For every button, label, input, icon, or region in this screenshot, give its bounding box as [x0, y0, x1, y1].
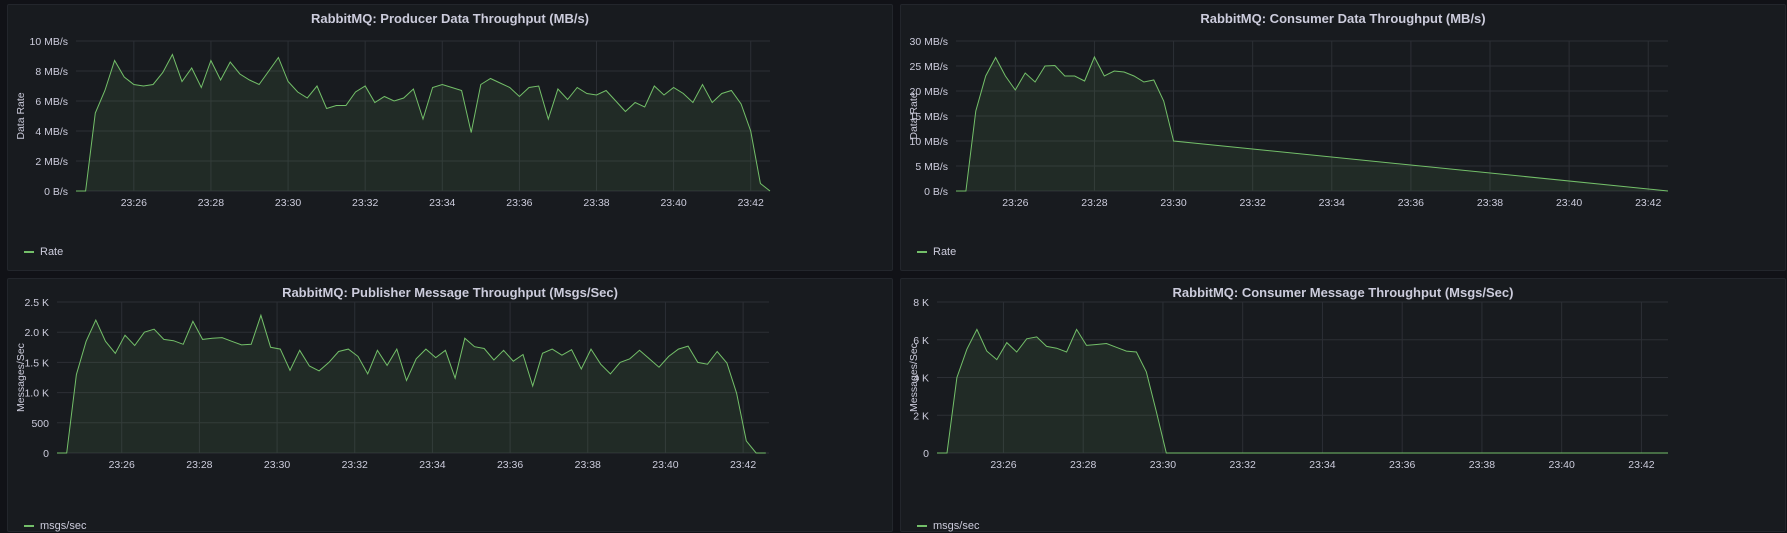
y-tick-label: 0 — [923, 448, 929, 460]
legend-swatch — [24, 525, 34, 527]
x-tick-label: 23:30 — [1160, 197, 1186, 209]
y-axis-label: Data Rate — [908, 92, 920, 139]
y-tick-label: 0 — [43, 448, 49, 460]
x-tick-label: 23:36 — [1398, 197, 1424, 209]
x-tick-label: 23:36 — [1389, 459, 1415, 471]
chart-consumer-message-throughput: 02 K4 K6 K8 K23:26 23:28 23:30 23:32 23:34 23… — [908, 297, 1668, 471]
y-tick-label: 1.0 K — [24, 388, 49, 400]
y-axis-label: Messages/Sec — [15, 343, 27, 412]
y-tick-label: 0 B/s — [44, 186, 68, 198]
x-tick-label: 23:40 — [652, 459, 678, 471]
y-tick-label: 6 MB/s — [35, 96, 68, 108]
x-tick-label: 23:42 — [730, 459, 756, 471]
series-area — [57, 315, 766, 453]
x-tick-label: 23:26 — [121, 197, 147, 209]
legend[interactable]: Rate — [24, 246, 63, 258]
x-tick-label: 23:30 — [264, 459, 290, 471]
x-tick-label: 23:38 — [1469, 459, 1495, 471]
y-tick-label: 2.0 K — [24, 327, 49, 339]
x-tick-label: 23:40 — [1556, 197, 1582, 209]
x-tick-label: 23:38 — [583, 197, 609, 209]
x-tick-label: 23:42 — [1628, 459, 1654, 471]
x-tick-label: 23:34 — [419, 459, 445, 471]
y-axis-label: Messages/Sec — [908, 343, 920, 412]
x-tick-label: 23:34 — [1309, 459, 1335, 471]
y-tick-label: 1.5 K — [24, 357, 49, 369]
y-tick-label: 30 MB/s — [909, 36, 948, 48]
legend[interactable]: Rate — [917, 246, 956, 258]
x-tick-label: 23:38 — [1477, 197, 1503, 209]
x-tick-label: 23:36 — [497, 459, 523, 471]
x-tick-label: 23:32 — [342, 459, 368, 471]
legend-label: msgs/sec — [933, 520, 980, 532]
x-tick-label: 23:28 — [1081, 197, 1107, 209]
panel-producer-data-throughput[interactable]: RabbitMQ: Producer Data Throughput (MB/s… — [7, 4, 893, 271]
x-tick-label: 23:42 — [738, 197, 764, 209]
x-tick-label: 23:26 — [990, 459, 1016, 471]
legend-swatch — [917, 251, 927, 253]
x-tick-label: 23:34 — [429, 197, 455, 209]
x-tick-label: 23:26 — [1002, 197, 1028, 209]
x-tick-label: 23:40 — [1549, 459, 1575, 471]
legend-label: msgs/sec — [40, 520, 87, 532]
legend[interactable]: msgs/sec — [917, 520, 979, 532]
x-tick-label: 23:36 — [506, 197, 532, 209]
x-tick-label: 23:28 — [198, 197, 224, 209]
x-tick-label: 23:32 — [1230, 459, 1256, 471]
y-tick-label: 8 K — [913, 297, 929, 309]
y-tick-label: 4 MB/s — [35, 126, 68, 138]
y-tick-label: 500 — [31, 418, 49, 430]
x-tick-label: 23:32 — [1240, 197, 1266, 209]
y-tick-label: 25 MB/s — [909, 61, 948, 73]
legend-label: Rate — [40, 246, 64, 258]
y-tick-label: 2.5 K — [24, 297, 49, 309]
y-tick-label: 0 B/s — [924, 186, 948, 198]
legend[interactable]: msgs/sec — [24, 520, 86, 532]
series-area — [956, 57, 1668, 191]
panel-consumer-message-throughput[interactable]: RabbitMQ: Consumer Message Throughput (M… — [900, 278, 1786, 532]
x-tick-label: 23:30 — [275, 197, 301, 209]
series-area — [937, 329, 1668, 453]
y-tick-label: 2 MB/s — [35, 156, 68, 168]
x-tick-label: 23:38 — [575, 459, 601, 471]
y-axis-label: Data Rate — [15, 92, 27, 139]
y-tick-label: 5 MB/s — [915, 161, 948, 173]
legend-swatch — [24, 251, 34, 253]
panel-consumer-data-throughput[interactable]: RabbitMQ: Consumer Data Throughput (MB/s… — [900, 4, 1786, 271]
x-tick-label: 23:30 — [1150, 459, 1176, 471]
chart-producer-data-throughput: 0 B/s 2 MB/s 4 MB/s 6 MB/s 8 MB/s 10 MB/s 23:2… — [15, 36, 771, 209]
chart-publisher-message-throughput: 0 500 1.0 K 1.5 K 2.0 K 2.5 K 23:26 23:28 23:30 2… — [15, 297, 769, 471]
y-tick-label: 10 MB/s — [29, 36, 68, 48]
x-tick-label: 23:26 — [109, 459, 135, 471]
legend-label: Rate — [933, 246, 957, 258]
x-tick-label: 23:28 — [186, 459, 212, 471]
x-tick-label: 23:32 — [352, 197, 378, 209]
x-tick-label: 23:40 — [660, 197, 686, 209]
x-tick-label: 23:28 — [1070, 459, 1096, 471]
legend-swatch — [917, 525, 927, 527]
panel-publisher-message-throughput[interactable]: RabbitMQ: Publisher Message Throughput (… — [7, 278, 893, 532]
x-tick-label: 23:42 — [1635, 197, 1661, 209]
x-tick-label: 23:34 — [1319, 197, 1345, 209]
y-tick-label: 8 MB/s — [35, 66, 68, 78]
chart-consumer-data-throughput: 0 B/s5 MB/s10 MB/s15 MB/s20 MB/s25 MB/s3… — [908, 36, 1669, 209]
